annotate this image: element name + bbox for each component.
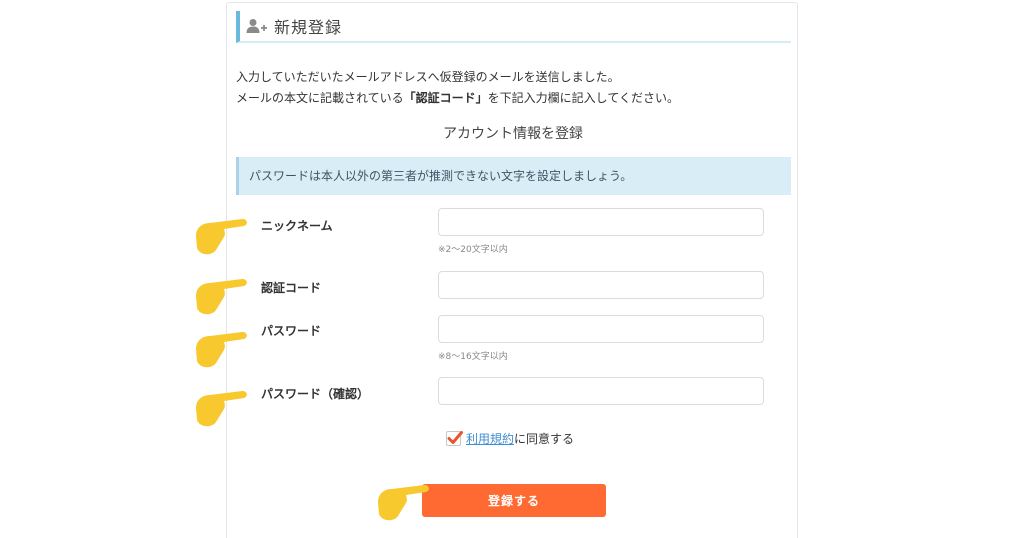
auth-code-label: 認証コード: [261, 281, 322, 295]
auth-code-input[interactable]: [438, 271, 764, 299]
terms-checkbox[interactable]: [446, 431, 463, 446]
password-confirm-label: パスワード（確認）: [261, 387, 370, 401]
intro-auth-code-emphasis: 「認証コード」: [403, 91, 488, 105]
pointing-hand-icon: [196, 331, 247, 368]
page: 新規登録 入力していただいたメールアドレスへ仮登録のメールを送信しました。 メー…: [0, 0, 1024, 538]
intro-line-2-pre: メールの本文に記載されている: [236, 91, 404, 105]
add-user-icon: [246, 18, 268, 34]
pointing-hand-icon: [196, 218, 247, 255]
registration-card: 新規登録 入力していただいたメールアドレスへ仮登録のメールを送信しました。 メー…: [226, 2, 798, 538]
nickname-label: ニックネーム: [261, 219, 333, 233]
terms-link[interactable]: 利用規約: [466, 430, 514, 447]
pointing-hand-icon: [196, 390, 247, 427]
intro-text: 入力していただいたメールアドレスへ仮登録のメールを送信しました。 メールの本文に…: [236, 67, 679, 109]
password-confirm-input[interactable]: [438, 377, 764, 405]
register-button[interactable]: 登録する: [422, 484, 606, 517]
terms-agree-suffix: に同意する: [514, 432, 575, 446]
pointing-hand-icon: [196, 278, 247, 315]
card-header: 新規登録: [236, 11, 791, 43]
password-label: パスワード: [261, 324, 322, 338]
terms-agreement: 利用規約 に同意する: [446, 430, 574, 447]
nickname-hint: ※2～20文字以内: [438, 245, 508, 255]
intro-line-2: メールの本文に記載されている「認証コード」を下記入力欄に記入してください。: [236, 88, 679, 109]
intro-line-1: 入力していただいたメールアドレスへ仮登録のメールを送信しました。: [236, 70, 620, 84]
password-hint: ※8～16文字以内: [438, 352, 508, 362]
pointing-hand-icon: [378, 484, 429, 521]
intro-line-2-post: を下記入力欄に記入してください。: [487, 91, 679, 105]
password-notice: パスワードは本人以外の第三者が推測できない文字を設定しましょう。: [236, 157, 791, 195]
checkmark-icon: [447, 431, 463, 444]
section-title: アカウント情報を登録: [443, 126, 583, 142]
password-input[interactable]: [438, 315, 764, 343]
page-title: 新規登録: [274, 18, 343, 37]
nickname-input[interactable]: [438, 208, 764, 236]
